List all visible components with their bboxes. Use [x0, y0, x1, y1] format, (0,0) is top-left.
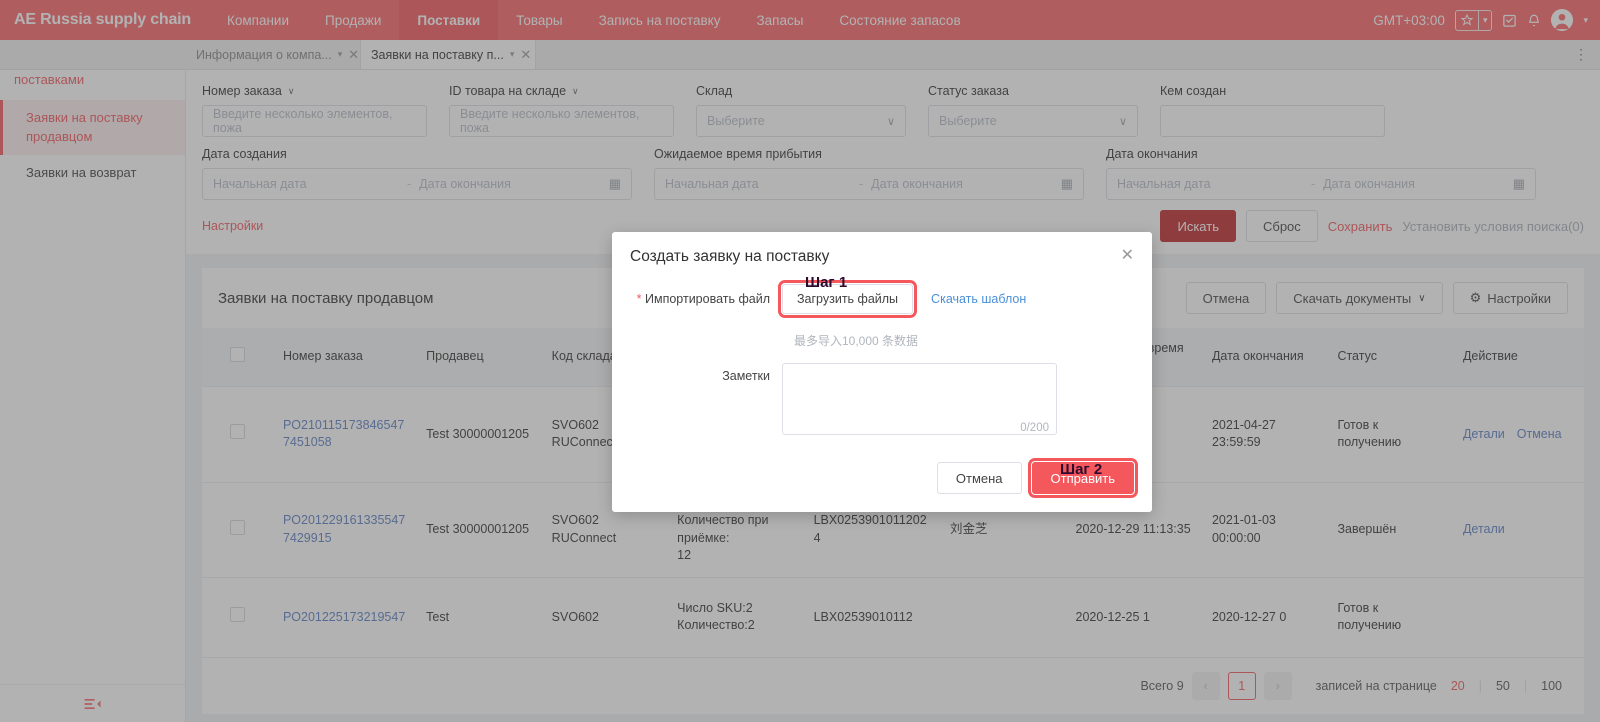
- modal-cancel-button[interactable]: Отмена: [936, 462, 1022, 494]
- modal-body: * Импортировать файл Загрузить файлы Ска…: [612, 280, 1152, 448]
- modal-footer: Отмена Отправить: [612, 448, 1152, 512]
- required-marker: *: [636, 292, 642, 306]
- notes-input[interactable]: [782, 363, 1057, 435]
- download-template-link[interactable]: Скачать шаблон: [931, 292, 1026, 306]
- notes-field-wrapper: 0/200: [782, 363, 1057, 438]
- upload-files-button[interactable]: Загрузить файлы: [777, 280, 918, 318]
- notes-label: Заметки: [722, 369, 770, 383]
- app-root: AE Russia supply chain Компании Продажи …: [0, 0, 1600, 722]
- modal-header: Создать заявку на поставку ✕: [612, 232, 1152, 280]
- label-text: Импортировать файл: [645, 292, 770, 306]
- annotation-step-2: Шаг 2: [1060, 461, 1103, 478]
- notes-char-counter: 0/200: [1020, 422, 1049, 434]
- notes-row: Заметки 0/200: [630, 363, 1134, 438]
- annotation-step-1: Шаг 1: [805, 274, 848, 291]
- import-limit-hint: 最多导入10,000 条数据: [794, 334, 919, 348]
- close-icon[interactable]: ✕: [1121, 248, 1134, 264]
- import-file-label: * Импортировать файл: [630, 292, 782, 306]
- import-file-row: * Импортировать файл Загрузить файлы Ска…: [630, 280, 1134, 318]
- modal-title: Создать заявку на поставку: [630, 248, 830, 265]
